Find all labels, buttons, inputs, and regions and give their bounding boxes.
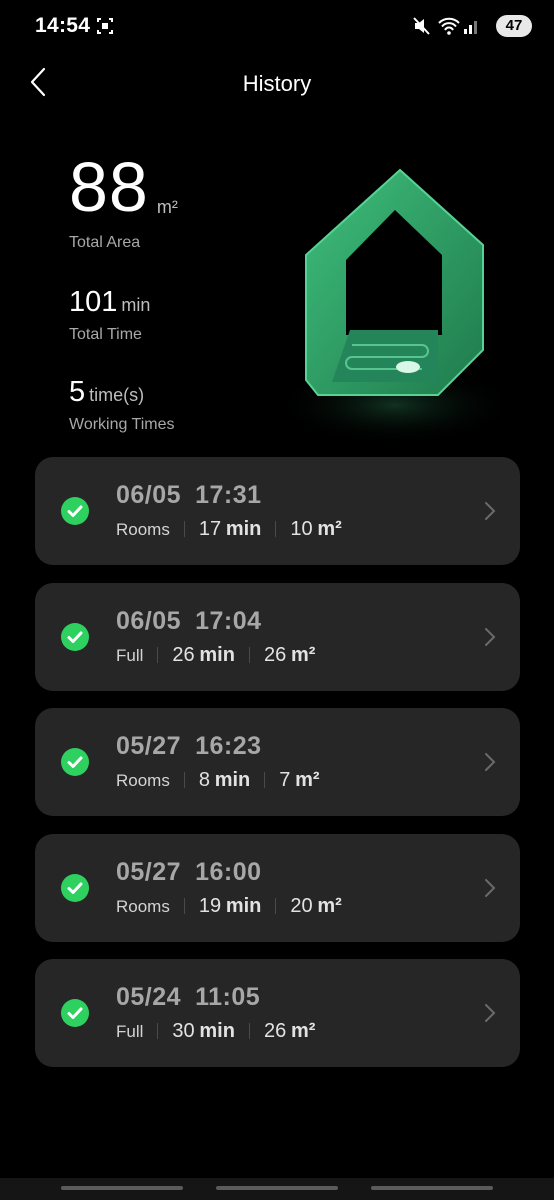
- mute-icon: [413, 16, 431, 41]
- battery-indicator: 47: [496, 15, 532, 37]
- house-illustration: [270, 160, 520, 450]
- record-area-unit: m²: [317, 518, 342, 540]
- record-datetime: 05/24 11:05: [116, 983, 260, 1012]
- total-area-stat: 88 m² Total Area: [69, 152, 178, 252]
- check-icon: [61, 873, 89, 902]
- history-record[interactable]: 05/27 16:00 Rooms 19 min 20 m²: [35, 833, 520, 942]
- total-area-value: 88: [69, 148, 149, 226]
- working-times-value: 5: [69, 376, 86, 408]
- record-date: 06/05: [116, 481, 182, 509]
- record-mode: Rooms: [116, 520, 170, 539]
- record-time: 11:05: [195, 983, 261, 1011]
- record-time: 16:00: [195, 857, 262, 886]
- screenshot-icon: [95, 16, 115, 41]
- record-mode: Rooms: [116, 771, 170, 790]
- check-icon: [61, 999, 89, 1027]
- record-area: 7: [279, 769, 291, 791]
- record-date: 06/05: [116, 606, 182, 635]
- record-area-unit: m²: [317, 894, 342, 917]
- history-record[interactable]: 05/24 11:05 Full 30 min 26 m²: [35, 959, 520, 1067]
- header: History: [0, 54, 554, 112]
- record-duration-unit: min: [199, 1020, 235, 1042]
- house-icon: [275, 168, 515, 445]
- working-times-stat: 5 time(s) Working Times: [69, 376, 175, 434]
- history-record[interactable]: 06/05 17:04 Full 26 min 26 m²: [35, 582, 520, 691]
- total-time-unit: min: [121, 295, 151, 315]
- record-mode: Full: [116, 645, 144, 665]
- nav-home-handle[interactable]: [216, 1186, 338, 1190]
- history-list: 06/05 17:31 Rooms 17 min 10 m² 06/05 17:04 F…: [35, 457, 520, 1085]
- record-datetime: 05/27 16:00: [116, 858, 262, 887]
- record-time: 17:04: [195, 606, 262, 635]
- record-area-unit: m²: [295, 769, 320, 791]
- wifi-icon: [437, 16, 461, 41]
- nav-recents-handle[interactable]: [61, 1186, 183, 1190]
- record-duration-unit: min: [214, 769, 251, 791]
- record-info: Full 26 min 26 m²: [116, 644, 315, 667]
- check-icon: [61, 622, 89, 651]
- record-duration: 8: [198, 769, 210, 791]
- total-time-value: 101: [69, 286, 118, 318]
- chevron-right-icon: [484, 752, 496, 777]
- chevron-right-icon: [484, 1003, 496, 1028]
- record-datetime: 05/27 16:23: [116, 732, 262, 761]
- status-time: 14:54: [35, 14, 91, 37]
- record-time: 16:23: [195, 732, 262, 760]
- record-area: 26: [263, 643, 287, 666]
- record-duration: 19: [198, 894, 222, 917]
- record-duration-unit: min: [199, 643, 235, 666]
- total-area-unit: m²: [156, 197, 178, 217]
- check-icon: [61, 748, 89, 776]
- total-area-label: Total Area: [69, 234, 141, 251]
- record-area: 26: [263, 1020, 287, 1042]
- chevron-right-icon: [484, 627, 496, 652]
- working-times-unit: time(s): [89, 385, 145, 405]
- history-record[interactable]: 05/27 16:23 Rooms 8 min 7 m²: [35, 708, 520, 816]
- record-area-unit: m²: [290, 643, 316, 666]
- record-duration: 26: [172, 643, 195, 666]
- record-duration-unit: min: [225, 518, 262, 540]
- system-nav-bar: [0, 1178, 554, 1200]
- record-date: 05/27: [116, 732, 182, 760]
- chevron-right-icon: [484, 501, 496, 526]
- check-icon: [61, 497, 89, 525]
- record-date: 05/27: [116, 857, 182, 886]
- record-mode: Rooms: [116, 896, 170, 916]
- record-duration-unit: min: [225, 894, 262, 917]
- record-area: 10: [290, 518, 313, 540]
- signal-icon: [463, 16, 481, 41]
- status-bar: 14:54 47: [0, 0, 554, 54]
- history-record[interactable]: 06/05 17:31 Rooms 17 min 10 m²: [35, 457, 520, 565]
- nav-back-handle[interactable]: [371, 1186, 493, 1190]
- record-time: 17:31: [195, 481, 262, 509]
- record-mode: Full: [116, 1022, 144, 1041]
- record-date: 05/24: [116, 983, 182, 1011]
- record-info: Rooms 8 min 7 m²: [116, 769, 320, 792]
- working-times-label: Working Times: [69, 416, 175, 433]
- total-time-label: Total Time: [69, 326, 142, 343]
- record-area: 20: [290, 894, 313, 917]
- record-area-unit: m²: [290, 1020, 316, 1042]
- record-duration: 30: [172, 1020, 195, 1042]
- record-datetime: 06/05 17:31: [116, 481, 262, 510]
- record-info: Full 30 min 26 m²: [116, 1020, 315, 1043]
- chevron-right-icon: [484, 878, 496, 903]
- record-info: Rooms 17 min 10 m²: [116, 518, 342, 541]
- record-info: Rooms 19 min 20 m²: [116, 895, 342, 918]
- page-title: History: [242, 71, 312, 96]
- record-duration: 17: [198, 518, 222, 540]
- record-datetime: 06/05 17:04: [116, 607, 262, 636]
- total-time-stat: 101 min Total Time: [69, 286, 150, 344]
